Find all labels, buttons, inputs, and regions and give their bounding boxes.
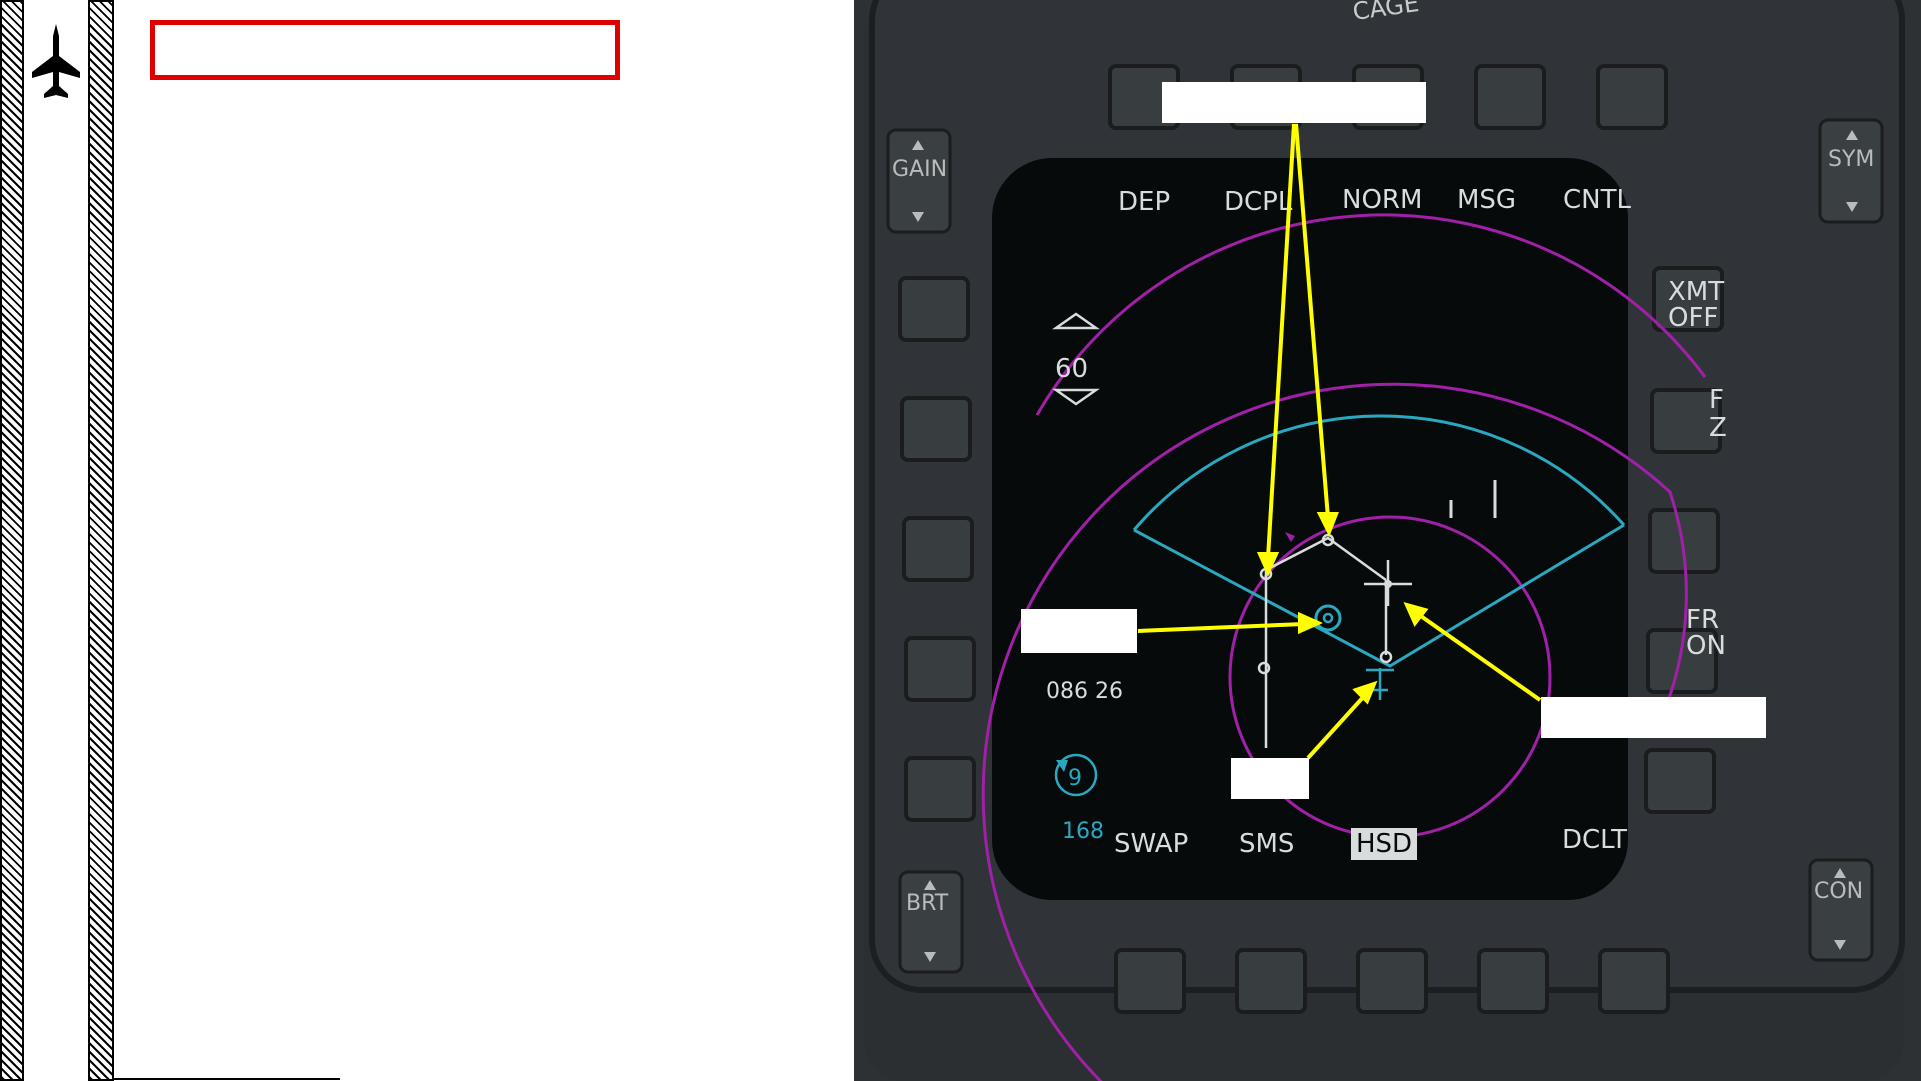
fz-label-line2[interactable]: Z <box>1709 413 1727 443</box>
osb-label-dclt[interactable]: DCLT <box>1562 825 1627 855</box>
current-steerpoint-dot <box>1384 580 1392 588</box>
osb-button[interactable] <box>1598 948 1670 1014</box>
osb-button[interactable] <box>1477 948 1549 1014</box>
osb-button[interactable] <box>898 276 970 342</box>
mfd-graphics: CAGE GAIN SYM BRT CON DEP DCPL NORM MSG … <box>864 0 1905 1081</box>
osb-label-dcpl[interactable]: DCPL <box>1224 187 1293 217</box>
gain-label: GAIN <box>892 157 947 182</box>
range-value: 60 <box>1055 354 1088 384</box>
brt-label: BRT <box>906 891 949 916</box>
osb-button[interactable] <box>1356 948 1428 1014</box>
con-label: CON <box>1814 879 1863 904</box>
sym-rocker[interactable]: SYM <box>1818 118 1884 224</box>
annotation-label-box-right <box>1541 697 1766 738</box>
osb-label-dep[interactable]: DEP <box>1118 187 1170 217</box>
jet-silhouette-icon <box>32 24 80 98</box>
fr-label-line2[interactable]: ON <box>1686 631 1726 661</box>
brt-rocker[interactable]: BRT <box>898 870 964 974</box>
annotation-label-box-top <box>1162 82 1426 123</box>
bullseye-readout: 086 26 <box>1046 679 1123 704</box>
sym-label: SYM <box>1828 147 1874 172</box>
steerpoint-distance: 168 <box>1062 819 1104 844</box>
osb-button[interactable] <box>1235 948 1307 1014</box>
steerpoint-number: 9 <box>1068 766 1082 791</box>
mfd-screen <box>992 158 1628 900</box>
osb-button[interactable] <box>1474 64 1546 130</box>
bottom-rule <box>114 1078 340 1080</box>
xmt-label-line2[interactable]: OFF <box>1668 303 1718 333</box>
osb-label-cntl[interactable]: CNTL <box>1563 185 1631 215</box>
osb-label-norm[interactable]: NORM <box>1342 185 1422 215</box>
osb-button[interactable] <box>1596 64 1668 130</box>
fz-label-line1[interactable]: F <box>1709 385 1724 415</box>
con-rocker[interactable]: CON <box>1808 858 1874 962</box>
annotation-label-box-left <box>1021 609 1137 653</box>
osb-button[interactable] <box>902 516 974 582</box>
gain-rocker[interactable]: GAIN <box>886 128 952 234</box>
osb-button[interactable] <box>900 396 972 462</box>
hatched-border-right <box>88 0 114 1081</box>
osb-button[interactable] <box>904 636 976 702</box>
osb-button[interactable] <box>1644 748 1716 814</box>
osb-button[interactable] <box>1114 948 1186 1014</box>
mfd-panel: CAGE GAIN SYM BRT CON DEP DCPL NORM MSG … <box>854 0 1921 1081</box>
title-box <box>150 20 620 80</box>
osb-label-msg[interactable]: MSG <box>1457 185 1516 215</box>
osb-button[interactable] <box>904 756 976 822</box>
osb-label-swap[interactable]: SWAP <box>1114 829 1188 859</box>
hatched-border-left <box>0 0 24 1081</box>
osb-label-sms[interactable]: SMS <box>1239 829 1294 859</box>
osb-label-hsd[interactable]: HSD <box>1356 829 1412 859</box>
annotation-label-box-bottom <box>1231 758 1309 799</box>
